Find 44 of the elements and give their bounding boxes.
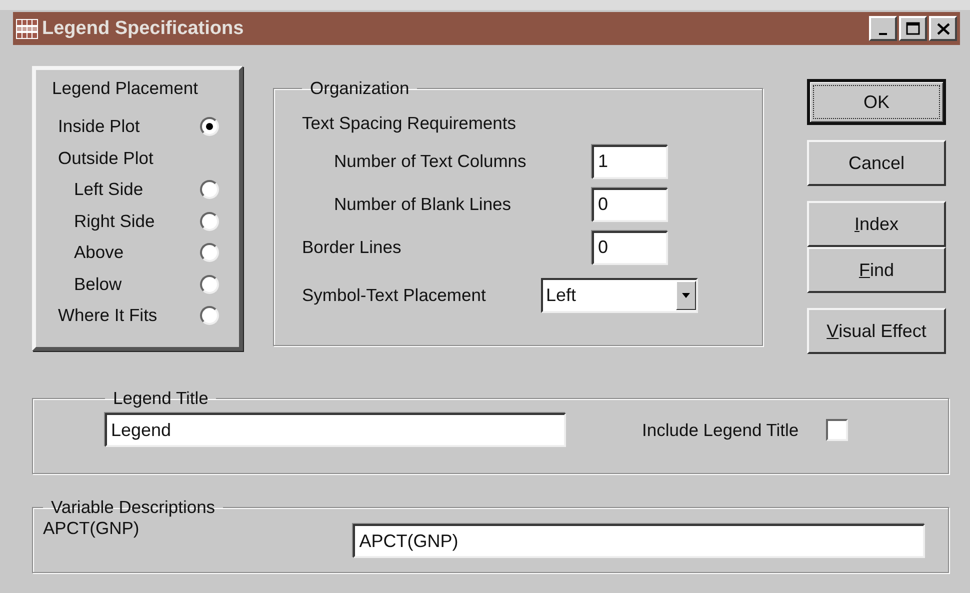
grid-icon (16, 18, 38, 38)
maximize-icon (906, 22, 920, 35)
close-icon (936, 22, 950, 34)
field-label: Border Lines (302, 237, 402, 258)
dialog-button[interactable]: Visual Effect (807, 308, 946, 354)
minimize-button[interactable] (869, 16, 897, 41)
option-label: Above (74, 242, 124, 264)
checkbox-label: Include Legend Title (642, 420, 799, 440)
dialog-button[interactable]: Index (807, 201, 946, 247)
option-label: Below (74, 274, 122, 295)
group-label: Legend Title (112, 388, 210, 409)
radio-button[interactable] (200, 306, 219, 326)
group-label: Variable Descriptions (50, 497, 216, 518)
input-field[interactable]: 0 (592, 230, 668, 264)
maximize-button[interactable] (899, 16, 927, 41)
input-field[interactable]: 1 (592, 144, 668, 178)
radio-button[interactable] (200, 117, 219, 136)
input-field[interactable]: Legend (105, 413, 566, 447)
close-button[interactable] (929, 16, 957, 41)
option-label: Outside Plot (58, 148, 154, 169)
dialog-button[interactable]: OK (807, 79, 946, 125)
radio-button[interactable] (200, 180, 219, 200)
option-label: Where It Fits (58, 305, 158, 326)
panel-title: Legend Placement (52, 78, 199, 99)
option-label: Inside Plot (58, 116, 140, 138)
field-label: Number of Blank Lines (334, 194, 512, 215)
variable-name: APCT(GNP) (43, 518, 140, 539)
minimize-icon (879, 32, 887, 34)
checkbox[interactable] (826, 419, 848, 441)
window-title: Legend Specifications (42, 18, 244, 40)
section-label: Text Spacing Requirements (302, 113, 517, 134)
input-field[interactable]: APCT(GNP) (353, 524, 926, 558)
option-label: Left Side (74, 179, 144, 200)
dialog-button[interactable]: Find (807, 247, 946, 293)
group-label: Organization (309, 78, 410, 99)
field-label: Number of Text Columns (334, 151, 526, 172)
input-field[interactable]: 0 (592, 188, 668, 222)
radio-button[interactable] (200, 243, 219, 262)
dropdown[interactable]: Left (541, 278, 698, 312)
field-label: Symbol-Text Placement (302, 284, 486, 306)
radio-button[interactable] (200, 274, 219, 294)
option-label: Right Side (74, 210, 155, 232)
dialog-button[interactable]: Cancel (807, 140, 946, 186)
radio-button[interactable] (200, 212, 219, 231)
